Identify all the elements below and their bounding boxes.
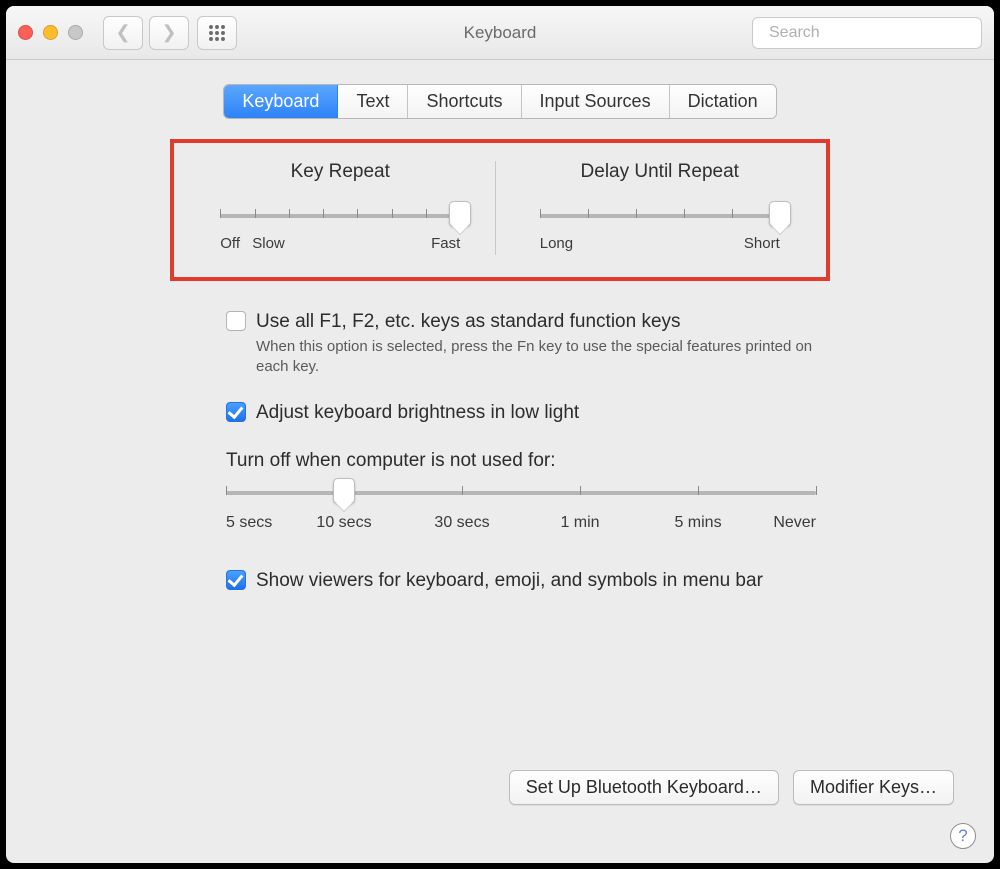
- forward-button[interactable]: ❯: [149, 16, 189, 50]
- backlight-label-3: 1 min: [560, 514, 599, 532]
- show-viewers-row: Show viewers for keyboard, emoji, and sy…: [226, 570, 866, 592]
- tab-input-sources[interactable]: Input Sources: [522, 85, 670, 118]
- content-area: Key Repeat Off: [6, 119, 994, 863]
- backlight-label-1: 10 secs: [316, 514, 371, 532]
- auto-brightness-row: Adjust keyboard brightness in low light: [226, 402, 866, 424]
- tab-bar: Keyboard Text Shortcuts Input Sources Di…: [6, 84, 994, 119]
- minimize-button[interactable]: [43, 25, 58, 40]
- fn-keys-row: Use all F1, F2, etc. keys as standard fu…: [226, 311, 866, 333]
- key-repeat-panel: Key Repeat Off: [196, 161, 485, 255]
- repeat-sliders-highlight: Key Repeat Off: [170, 139, 830, 281]
- backlight-off-slider[interactable]: [226, 482, 816, 504]
- key-repeat-thumb[interactable]: [449, 201, 471, 227]
- tab-text[interactable]: Text: [338, 85, 408, 118]
- backlight-label-0: 5 secs: [226, 514, 272, 532]
- preferences-window: ❮ ❯ Keyboard: [6, 6, 994, 863]
- show-all-button[interactable]: [197, 16, 237, 50]
- backlight-label-2: 30 secs: [434, 514, 489, 532]
- footer-buttons: Set Up Bluetooth Keyboard… Modifier Keys…: [509, 770, 954, 805]
- show-viewers-checkbox[interactable]: [226, 570, 246, 590]
- key-repeat-label-fast: Fast: [431, 235, 460, 252]
- tab-shortcuts[interactable]: Shortcuts: [408, 85, 521, 118]
- backlight-off-slider-wrap: 5 secs 10 secs 30 secs 1 min 5 mins Neve…: [226, 482, 866, 536]
- window-controls: [18, 25, 83, 40]
- tab-keyboard[interactable]: Keyboard: [224, 85, 338, 118]
- delay-label-short: Short: [744, 235, 780, 252]
- nav-group: ❮ ❯: [103, 16, 189, 50]
- modifier-keys-button[interactable]: Modifier Keys…: [793, 770, 954, 805]
- backlight-off-thumb[interactable]: [333, 478, 355, 504]
- delay-until-repeat-labels: Long Short: [540, 235, 780, 255]
- setup-bluetooth-keyboard-button[interactable]: Set Up Bluetooth Keyboard…: [509, 770, 779, 805]
- key-repeat-title: Key Repeat: [291, 161, 390, 183]
- fn-keys-description: When this option is selected, press the …: [256, 337, 816, 376]
- tab-dictation[interactable]: Dictation: [670, 85, 776, 118]
- show-viewers-label: Show viewers for keyboard, emoji, and sy…: [256, 570, 763, 592]
- delay-until-repeat-panel: Delay Until Repeat Long Short: [495, 161, 805, 255]
- help-icon: ?: [958, 826, 967, 846]
- chevron-left-icon: ❮: [115, 22, 130, 43]
- backlight-label-4: 5 mins: [674, 514, 721, 532]
- grid-icon: [208, 24, 226, 42]
- help-button[interactable]: ?: [950, 823, 976, 849]
- auto-brightness-label: Adjust keyboard brightness in low light: [256, 402, 579, 424]
- delay-until-repeat-slider[interactable]: [540, 205, 780, 227]
- options-area: Use all F1, F2, etc. keys as standard fu…: [226, 311, 866, 592]
- fn-keys-checkbox[interactable]: [226, 311, 246, 331]
- key-repeat-label-off: Off: [220, 235, 240, 252]
- key-repeat-label-slow: Slow: [252, 235, 285, 252]
- titlebar: ❮ ❯ Keyboard: [6, 6, 994, 60]
- fn-keys-label: Use all F1, F2, etc. keys as standard fu…: [256, 311, 681, 333]
- backlight-label-5: Never: [773, 514, 816, 532]
- key-repeat-labels: Off Slow Fast: [220, 235, 460, 255]
- search-input[interactable]: [769, 24, 976, 42]
- search-field[interactable]: [752, 17, 982, 49]
- delay-until-repeat-thumb[interactable]: [769, 201, 791, 227]
- zoom-button[interactable]: [68, 25, 83, 40]
- tab-segmented-control: Keyboard Text Shortcuts Input Sources Di…: [223, 84, 776, 119]
- close-button[interactable]: [18, 25, 33, 40]
- backlight-off-title: Turn off when computer is not used for:: [226, 450, 866, 472]
- delay-until-repeat-title: Delay Until Repeat: [581, 161, 739, 183]
- auto-brightness-checkbox[interactable]: [226, 402, 246, 422]
- chevron-right-icon: ❯: [161, 22, 176, 43]
- backlight-off-labels: 5 secs 10 secs 30 secs 1 min 5 mins Neve…: [226, 514, 816, 536]
- key-repeat-slider[interactable]: [220, 205, 460, 227]
- delay-label-long: Long: [540, 235, 573, 252]
- back-button[interactable]: ❮: [103, 16, 143, 50]
